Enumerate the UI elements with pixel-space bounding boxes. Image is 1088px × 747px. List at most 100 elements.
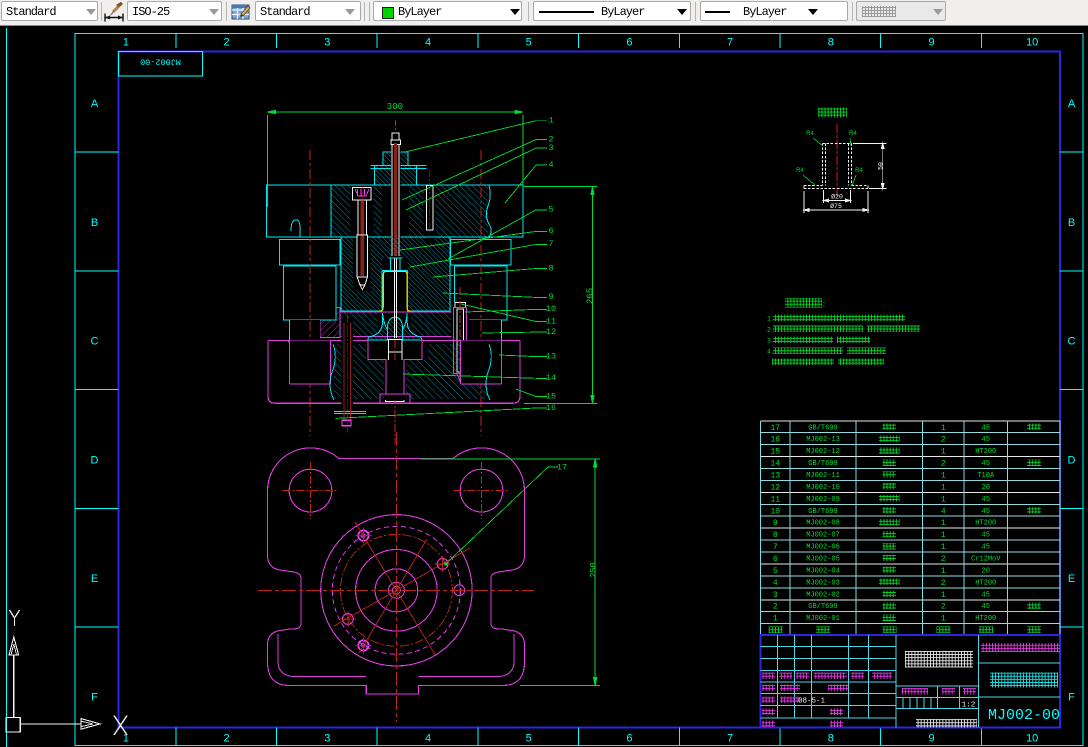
svg-text:15: 15 bbox=[770, 448, 780, 457]
svg-text:HT200: HT200 bbox=[975, 579, 996, 587]
svg-text:7: 7 bbox=[727, 37, 733, 49]
svg-text:13: 13 bbox=[546, 351, 556, 361]
svg-text:265: 265 bbox=[586, 288, 596, 304]
svg-text:2: 2 bbox=[941, 555, 946, 564]
svg-text:GB/T699: GB/T699 bbox=[808, 603, 837, 611]
svg-text:9: 9 bbox=[548, 292, 553, 302]
svg-text:R4: R4 bbox=[855, 168, 863, 174]
svg-text:D: D bbox=[91, 454, 99, 466]
svg-text:8: 8 bbox=[828, 733, 834, 745]
svg-text:R4: R4 bbox=[796, 168, 804, 174]
svg-text:2: 2 bbox=[941, 579, 946, 588]
svg-text:1: 1 bbox=[941, 424, 946, 433]
svg-text:HT200: HT200 bbox=[975, 520, 996, 528]
svg-text:7: 7 bbox=[773, 543, 778, 552]
svg-text:45: 45 bbox=[982, 544, 990, 552]
svg-text:300: 300 bbox=[387, 102, 403, 112]
svg-text:1: 1 bbox=[941, 495, 946, 504]
svg-text:E: E bbox=[91, 573, 98, 585]
svg-text:F: F bbox=[1068, 692, 1075, 704]
svg-text:6: 6 bbox=[626, 733, 632, 745]
svg-text:1: 1 bbox=[123, 37, 129, 49]
svg-text:1: 1 bbox=[941, 531, 946, 540]
svg-text:4: 4 bbox=[425, 733, 431, 745]
svg-text:15: 15 bbox=[546, 391, 556, 401]
svg-text:6: 6 bbox=[548, 226, 553, 236]
svg-text:9: 9 bbox=[773, 519, 778, 528]
svg-text:MJ002-01: MJ002-01 bbox=[806, 615, 840, 623]
svg-text:GB/T699: GB/T699 bbox=[808, 460, 837, 468]
svg-text:MJ002-08: MJ002-08 bbox=[806, 520, 840, 528]
svg-text:1: 1 bbox=[941, 543, 946, 552]
svg-text:MJ002-09: MJ002-09 bbox=[806, 496, 840, 504]
svg-text:10: 10 bbox=[546, 304, 556, 314]
svg-text:45: 45 bbox=[982, 508, 990, 516]
svg-text:MJ002-02: MJ002-02 bbox=[806, 591, 840, 599]
svg-text:MJ002-00: MJ002-00 bbox=[988, 707, 1060, 724]
svg-text:A: A bbox=[91, 98, 99, 110]
svg-text:45: 45 bbox=[982, 532, 990, 540]
svg-text:MJ002-10: MJ002-10 bbox=[806, 484, 840, 492]
svg-text:C: C bbox=[91, 336, 99, 348]
svg-text:MJ002-12: MJ002-12 bbox=[806, 448, 840, 456]
svg-text:17: 17 bbox=[557, 463, 567, 473]
svg-text:6: 6 bbox=[773, 555, 778, 564]
svg-text:5: 5 bbox=[548, 205, 553, 215]
svg-text:MJ002-13: MJ002-13 bbox=[806, 436, 840, 444]
svg-text:C: C bbox=[1068, 336, 1076, 348]
svg-text:F: F bbox=[91, 692, 98, 704]
svg-text:HT200: HT200 bbox=[975, 448, 996, 456]
svg-text:16: 16 bbox=[546, 403, 556, 413]
svg-text:1: 1 bbox=[941, 519, 946, 528]
svg-text:A: A bbox=[1068, 98, 1076, 110]
svg-text:1:2: 1:2 bbox=[962, 702, 976, 710]
svg-text:12: 12 bbox=[770, 483, 780, 492]
svg-text:Ø75: Ø75 bbox=[830, 202, 842, 210]
svg-text:3: 3 bbox=[548, 143, 553, 153]
svg-text:1: 1 bbox=[773, 615, 778, 624]
svg-text:MJ002-11: MJ002-11 bbox=[806, 472, 840, 480]
svg-text:Ø20: Ø20 bbox=[831, 193, 843, 201]
svg-text:1: 1 bbox=[941, 471, 946, 480]
svg-text:14: 14 bbox=[546, 373, 556, 383]
svg-text:9: 9 bbox=[928, 37, 934, 49]
svg-text:1: 1 bbox=[548, 115, 553, 125]
svg-text:MJ002-00: MJ002-00 bbox=[140, 57, 181, 67]
svg-text:8: 8 bbox=[773, 531, 778, 540]
svg-text:2: 2 bbox=[224, 37, 230, 49]
svg-text:45: 45 bbox=[982, 424, 990, 432]
svg-text:13: 13 bbox=[770, 471, 780, 480]
svg-text:11: 11 bbox=[546, 316, 556, 326]
svg-text:11: 11 bbox=[770, 495, 780, 504]
svg-text:5: 5 bbox=[526, 733, 532, 745]
svg-text:9: 9 bbox=[928, 733, 934, 745]
svg-text:MJ002-07: MJ002-07 bbox=[806, 532, 840, 540]
svg-text:10: 10 bbox=[770, 507, 780, 516]
svg-text:45: 45 bbox=[982, 603, 990, 611]
svg-text:GB/T699: GB/T699 bbox=[808, 508, 837, 516]
svg-text:1: 1 bbox=[941, 591, 946, 600]
svg-text:16: 16 bbox=[770, 436, 780, 445]
svg-text:R4: R4 bbox=[849, 131, 857, 137]
svg-text:8: 8 bbox=[548, 263, 553, 273]
svg-text:2: 2 bbox=[941, 460, 946, 469]
svg-text:5: 5 bbox=[773, 567, 778, 576]
svg-text:7: 7 bbox=[727, 733, 733, 745]
svg-text:D: D bbox=[1068, 454, 1076, 466]
svg-text:10: 10 bbox=[1026, 733, 1038, 745]
svg-text:GB/T699: GB/T699 bbox=[808, 424, 837, 432]
svg-text:3: 3 bbox=[773, 591, 778, 600]
svg-text:4: 4 bbox=[548, 160, 553, 170]
svg-text:MJ002-05: MJ002-05 bbox=[806, 555, 840, 563]
svg-text:T10A: T10A bbox=[977, 472, 995, 480]
svg-text:08-5-1: 08-5-1 bbox=[798, 698, 826, 706]
svg-text:17: 17 bbox=[770, 424, 780, 433]
svg-text:45: 45 bbox=[982, 496, 990, 504]
svg-text:MJ002-04: MJ002-04 bbox=[806, 567, 840, 575]
svg-text:Cr12MoV: Cr12MoV bbox=[971, 555, 1001, 563]
svg-text:2: 2 bbox=[941, 603, 946, 612]
svg-text:2: 2 bbox=[224, 733, 230, 745]
svg-text:45: 45 bbox=[982, 436, 990, 444]
svg-text:E: E bbox=[1068, 573, 1075, 585]
svg-text:8: 8 bbox=[828, 37, 834, 49]
